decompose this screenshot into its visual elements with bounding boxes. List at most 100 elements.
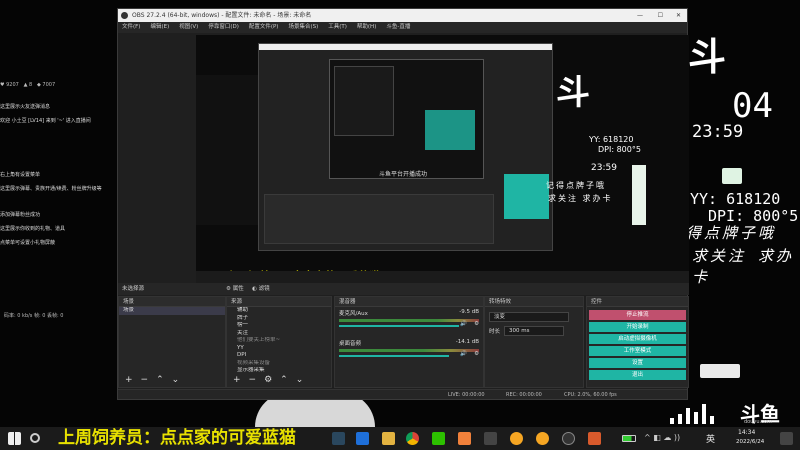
desktop-mute-icon[interactable]: 🔊 xyxy=(460,351,467,357)
chat-stats: ♥ 9207 ▲ 8 ◆ 7007 xyxy=(0,82,56,88)
menu-douyu[interactable]: 斗鱼-直播 xyxy=(386,22,410,33)
app-icon-blue[interactable] xyxy=(356,432,369,445)
app-icon-red[interactable] xyxy=(588,432,601,445)
bottom-banner: 上周饲养员：点点家的可爱蓝猫 xyxy=(58,428,296,448)
menu-docks[interactable]: 停靠窗口(D) xyxy=(208,22,239,33)
obs-logo-icon xyxy=(121,12,128,19)
filters-button[interactable]: ◐ 滤镜 xyxy=(252,283,270,295)
app-icon-douyu-2[interactable] xyxy=(536,432,549,445)
preview-chat-ghost xyxy=(196,75,258,225)
menu-profile[interactable]: 配置文件(P) xyxy=(249,22,279,33)
source-item[interactable]: DPI xyxy=(227,352,331,360)
clock-date[interactable]: 2022/6/24 xyxy=(736,439,764,445)
add-icon[interactable]: + xyxy=(233,375,241,385)
remove-icon[interactable]: − xyxy=(141,375,149,385)
source-item[interactable]: 辅助 xyxy=(227,307,331,315)
chat-line: 这里展示火友送弹消息 xyxy=(0,104,51,110)
menu-edit[interactable]: 编辑(E) xyxy=(150,22,169,33)
move-down-icon[interactable]: ⌄ xyxy=(172,375,180,385)
menu-view[interactable]: 视图(V) xyxy=(179,22,198,33)
stat-likes: 8 xyxy=(29,82,33,88)
menu-help[interactable]: 帮助(H) xyxy=(357,22,376,33)
wechat-icon[interactable] xyxy=(432,432,445,445)
mic-slider[interactable] xyxy=(339,325,459,327)
studio-mode-button[interactable]: 工作室模式 xyxy=(589,346,686,356)
remove-icon[interactable]: − xyxy=(249,375,257,385)
notification-icon[interactable] xyxy=(780,432,793,445)
preview-green-widget xyxy=(632,165,646,225)
virtual-camera-button[interactable]: 启动虚拟摄像机 xyxy=(589,334,686,344)
chat-footer: 码率: 0 kb/s 帧: 0 丢帧: 0 xyxy=(4,313,64,319)
input-language[interactable]: 英 xyxy=(706,432,715,445)
scenes-toolbar: + − ⌃ ⌄ xyxy=(125,375,179,385)
stop-stream-button[interactable]: 停止推流 xyxy=(589,310,686,320)
source-item[interactable]: 他们要关上榜单~ xyxy=(227,337,331,345)
nested-obs-preview: 斗鱼平台开播成功 xyxy=(258,43,553,251)
app-icon-dark[interactable] xyxy=(484,432,497,445)
menu-tools[interactable]: 工具(T) xyxy=(328,22,347,33)
gear-icon[interactable]: ⚙ xyxy=(264,375,272,385)
source-item[interactable]: 显示器采集 xyxy=(227,367,331,375)
side-widget-2 xyxy=(700,364,740,378)
menu-file[interactable]: 文件(F) xyxy=(122,22,140,33)
maximize-button[interactable]: ☐ xyxy=(658,9,663,22)
obs-title: OBS 27.2.4 (64-bit, windows) - 配置文件: 未命名… xyxy=(132,12,312,19)
minimize-button[interactable]: — xyxy=(637,9,643,22)
windows-start-icon[interactable] xyxy=(8,432,21,445)
search-icon[interactable] xyxy=(30,433,40,443)
source-item[interactable]: 榜一 xyxy=(227,322,331,330)
obs-preview[interactable]: 斗鱼平台开播成功 上周饲养员：点点家的可爱蓝猫 斗 YY: 618120 DPI… xyxy=(196,35,689,283)
tray-icons[interactable]: ^ ◧ ☁ )) xyxy=(644,433,680,442)
audio-bars xyxy=(670,398,730,424)
obs-statusbar: LIVE: 00:00:00 REC: 00:00:00 CPU: 2.0%, … xyxy=(118,389,687,399)
transition-select[interactable]: 淡变 xyxy=(489,312,569,322)
exit-button[interactable]: 退出 xyxy=(589,370,686,380)
menu-scene-collection[interactable]: 场景集合(S) xyxy=(288,22,318,33)
app-icon-orange[interactable] xyxy=(458,432,471,445)
source-item[interactable]: 视频采集设备 xyxy=(227,360,331,368)
properties-button[interactable]: ⚙ 属性 xyxy=(226,283,244,295)
obs-titlebar[interactable]: OBS 27.2.4 (64-bit, windows) - 配置文件: 未命名… xyxy=(118,9,687,22)
chat-line: 这里展示弹幕、贵族开通/续费、粉丝牌升级等 xyxy=(0,186,102,192)
transitions-title: 转场特效 xyxy=(485,297,583,307)
app-icon-folder[interactable] xyxy=(382,432,395,445)
source-item[interactable]: 牌子 xyxy=(227,315,331,323)
add-icon[interactable]: + xyxy=(125,375,133,385)
mic-db: -9.5 dB xyxy=(459,309,479,315)
obs-taskbar-icon[interactable] xyxy=(562,432,575,445)
chat-line: 这里展示你收到的礼物、道具 xyxy=(0,226,66,232)
move-up-icon[interactable]: ⌃ xyxy=(280,375,288,385)
mic-label: 麦克风/Aux xyxy=(339,311,368,317)
battery-icon xyxy=(622,435,636,442)
settings-button[interactable]: 设置 xyxy=(589,358,686,368)
app-icon-douyu[interactable] xyxy=(510,432,523,445)
chat-panel: ♥ 9207 ▲ 8 ◆ 7007 这里展示火友送弹消息 欢迎 小土豆 [LV1… xyxy=(0,78,118,318)
clock-time[interactable]: 14:34 xyxy=(738,429,755,436)
chat-line: 添加弹幕粉丝成功 xyxy=(0,212,41,218)
mic-gear-icon[interactable]: ⚙ xyxy=(474,321,479,327)
stat-fans: 7007 xyxy=(42,82,56,88)
obs-window[interactable]: OBS 27.2.4 (64-bit, windows) - 配置文件: 未命名… xyxy=(117,8,689,400)
scene-item[interactable]: 场景 xyxy=(119,307,225,315)
move-down-icon[interactable]: ⌄ xyxy=(296,375,304,385)
handwriting-2: 求关注 求办卡 xyxy=(692,247,795,286)
duration-row: 时长 300 ms xyxy=(489,326,579,336)
app-icon-steam[interactable] xyxy=(332,432,345,445)
nested-status: 斗鱼平台开播成功 xyxy=(379,171,428,178)
duration-input[interactable]: 300 ms xyxy=(504,326,565,336)
source-item[interactable]: YY xyxy=(227,345,331,353)
start-recording-button[interactable]: 开始录制 xyxy=(589,322,686,332)
stream-time: 23:59 xyxy=(692,122,744,142)
source-item[interactable]: 关注 xyxy=(227,330,331,338)
mic-mute-icon[interactable]: 🔊 xyxy=(460,321,467,327)
chrome-icon[interactable] xyxy=(406,432,419,445)
desktop-gear-icon[interactable]: ⚙ xyxy=(474,351,479,357)
move-up-icon[interactable]: ⌃ xyxy=(156,375,164,385)
close-button[interactable]: ✕ xyxy=(676,9,681,22)
mixer-channel-mic: 麦克风/Aux -9.5 dB 🔊 ⚙ xyxy=(335,307,483,333)
preview-handwriting: 记得点牌子哦 xyxy=(546,181,606,190)
stream-yy: YY: 618120 xyxy=(690,190,781,208)
no-source-label: 未选择源 xyxy=(122,286,145,292)
desktop-db: -14.1 dB xyxy=(455,339,479,345)
desktop-slider[interactable] xyxy=(339,355,449,357)
